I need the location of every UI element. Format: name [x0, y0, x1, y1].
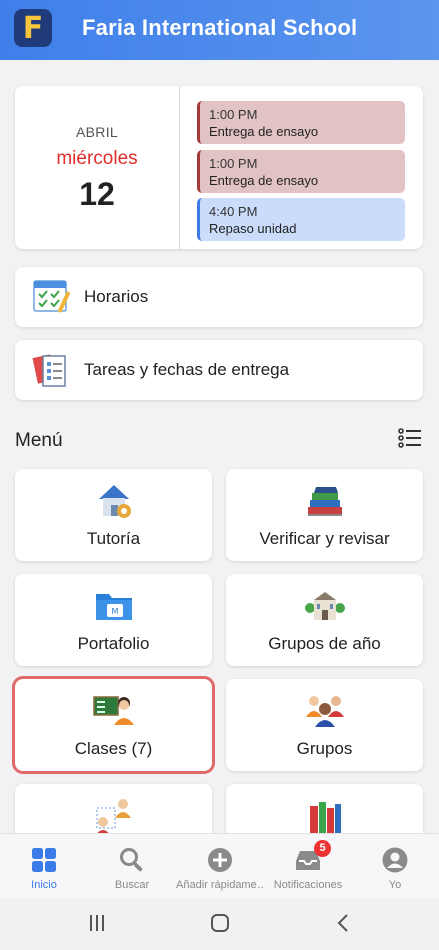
bottom-navigation: Inicio Buscar Añadir rápidame… 5 Notific… — [0, 833, 439, 899]
app-header: F Faria International School — [0, 0, 439, 60]
tile-label: Grupos de año — [268, 634, 381, 653]
recent-apps-icon[interactable] — [88, 914, 106, 932]
grid-icon — [32, 848, 56, 872]
divider — [179, 86, 180, 249]
event-title: Entrega de ensayo — [209, 124, 319, 139]
schedule-checklist-icon — [33, 280, 71, 313]
search-icon — [120, 848, 143, 872]
school-name: Faria International School — [82, 15, 358, 40]
system-navigation-bar — [0, 898, 439, 950]
notification-badge: 5 — [314, 840, 331, 857]
people-group-icon — [306, 696, 344, 727]
day-number: 12 — [79, 176, 115, 212]
date-panel: ABRIL miércoles 12 — [15, 86, 179, 249]
nav-label: Buscar — [114, 879, 150, 891]
event-time: 1:00 PM — [209, 107, 258, 122]
nav-notifications[interactable]: 5 Notificaciones — [264, 834, 352, 899]
tile-label: Tutoría — [86, 529, 141, 548]
folder-icon: M — [96, 594, 132, 620]
event-time: 4:40 PM — [209, 204, 258, 219]
list-view-icon[interactable] — [398, 428, 422, 448]
weekday-label: miércoles — [56, 148, 138, 169]
bookshelf-icon — [310, 802, 341, 836]
tile-label: Verificar y revisar — [259, 529, 390, 548]
tasks-row[interactable]: Tareas y fechas de entrega — [15, 340, 423, 400]
menu-heading: Menú — [15, 430, 63, 451]
tile-label: Clases (7) — [74, 739, 153, 758]
house-gear-icon — [99, 485, 131, 518]
classes-tile[interactable]: Clases (7) — [12, 676, 215, 774]
school-building-icon — [305, 592, 345, 620]
nav-label: Inicio — [31, 879, 57, 891]
nav-profile[interactable]: Yo — [351, 834, 439, 899]
nav-home[interactable]: Inicio — [0, 834, 88, 899]
month-label: ABRIL — [76, 124, 118, 140]
event-title: Entrega de ensayo — [209, 173, 319, 188]
year-groups-tile[interactable]: Grupos de año — [226, 574, 423, 666]
tasks-documents-icon — [32, 354, 66, 387]
event-item[interactable]: 4:40 PM Repaso unidad — [197, 198, 405, 241]
event-time: 1:00 PM — [209, 156, 258, 171]
tasks-label: Tareas y fechas de entrega — [84, 360, 290, 379]
nav-label: Notificaciones — [273, 879, 343, 891]
nav-label: Añadir rápidame… — [176, 879, 264, 891]
event-title: Repaso unidad — [209, 221, 297, 236]
tile-label: Grupos — [296, 739, 353, 758]
svg-text:M: M — [112, 607, 119, 616]
nav-quick-add[interactable]: Añadir rápidame… — [176, 834, 264, 899]
portfolio-tile[interactable]: M Portafolio — [15, 574, 212, 666]
nav-search[interactable]: Buscar — [88, 834, 176, 899]
check-review-tile[interactable]: Verificar y revisar — [226, 469, 423, 561]
book-stack-icon — [308, 487, 342, 516]
user-icon — [382, 847, 408, 873]
nav-label: Yo — [388, 879, 402, 891]
schedule-label: Horarios — [84, 287, 149, 306]
event-item[interactable]: 1:00 PM Entrega de ensayo — [197, 150, 405, 193]
tutoring-tile[interactable]: Tutoría — [15, 469, 212, 561]
home-button-icon[interactable] — [210, 913, 230, 933]
event-item[interactable]: 1:00 PM Entrega de ensayo — [197, 101, 405, 144]
plus-circle-icon — [208, 848, 232, 872]
schedule-row[interactable]: Horarios — [15, 267, 423, 327]
back-icon[interactable] — [336, 913, 350, 933]
groups-tile[interactable]: Grupos — [226, 679, 423, 771]
classroom-teacher-icon — [93, 696, 134, 725]
school-logo: F — [14, 9, 52, 47]
tile-label: Portafolio — [77, 634, 150, 653]
org-chart-people-icon — [95, 799, 131, 836]
